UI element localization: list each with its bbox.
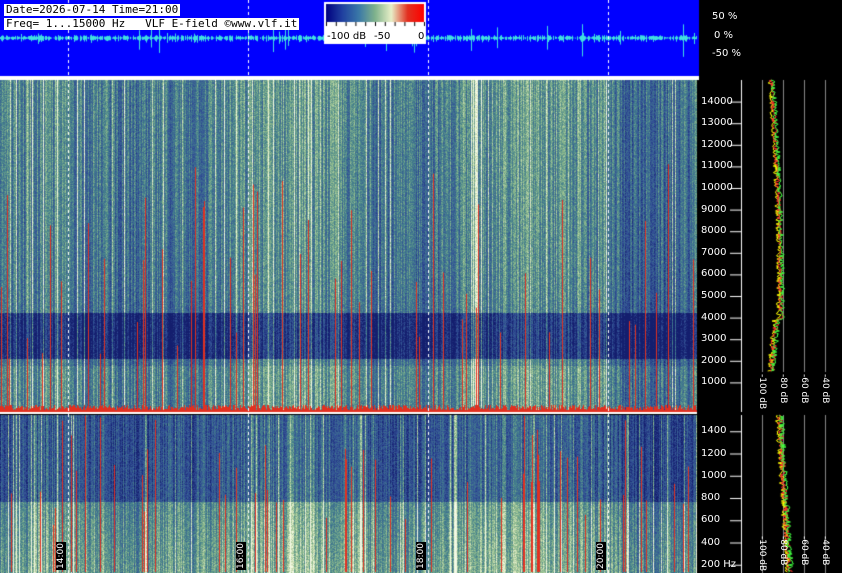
pct-label-zero: 0 % [714,30,734,41]
frequency-tick-label: 8000 [701,225,727,237]
frequency-tick-label: 7000 [701,246,727,258]
frequency-tick-label: 5000 [701,290,727,301]
frequency-tick-label: 200 Hz [701,558,737,570]
frequency-tick-label: 600 [701,514,721,526]
db-tick-label: -40 dB [820,536,830,566]
frequency-tick-label: 6000 [701,268,727,280]
time-tick-label: 16:00 [236,542,246,570]
frequency-tick-label: 4000 [701,311,727,323]
frequency-tick-label: 1400 [701,425,727,437]
frequency-tick-label: 1000 [701,376,727,388]
time-tick-label: 20:00 [596,542,606,570]
vlf-spectrogram-display: Date=2026-07-14 Time=21:00 Freq= 1...150… [0,0,842,573]
frequency-tick-label: 1000 [701,469,727,481]
frequency-tick-label: 800 [701,492,721,503]
frequency-range-label: Freq= 1...15000 Hz VLF E-field ©www.vlf.… [4,17,300,30]
frequency-tick-label: 400 [701,536,721,548]
db-tick-label: -60 dB [799,374,809,404]
frequency-tick-label: 12000 [701,138,733,150]
db-tick-label: -40 dB [820,374,830,404]
colorbar-label-mid: -50 [374,31,391,42]
pct-label-plus50: 50 % [712,11,738,22]
frequency-tick-label: 11000 [701,160,733,172]
frequency-tick-label: 1200 [701,447,727,459]
time-tick-label: 18:00 [416,542,426,570]
frequency-tick-label: 3000 [701,333,727,345]
time-tick-label: 14:00 [56,542,66,570]
colorbar-label-min: -100 dB [327,31,367,42]
spectrogram-canvas [0,0,842,573]
db-tick-label: -80 dB [778,536,788,566]
frequency-tick-label: 13000 [701,117,733,129]
pct-label-minus50: -50 % [712,48,742,59]
frequency-tick-label: 9000 [701,203,727,215]
db-tick-label: -100 dB [757,374,767,410]
db-tick-label: -80 dB [778,374,788,404]
db-tick-label: -60 dB [799,536,809,566]
date-time-label: Date=2026-07-14 Time=21:00 [4,3,181,16]
db-tick-label: -100 dB [757,536,767,572]
frequency-tick-label: 14000 [701,95,733,107]
frequency-tick-label: 10000 [701,182,733,193]
colorbar-label-max: 0 [418,31,425,42]
frequency-tick-label: 2000 [701,354,727,366]
